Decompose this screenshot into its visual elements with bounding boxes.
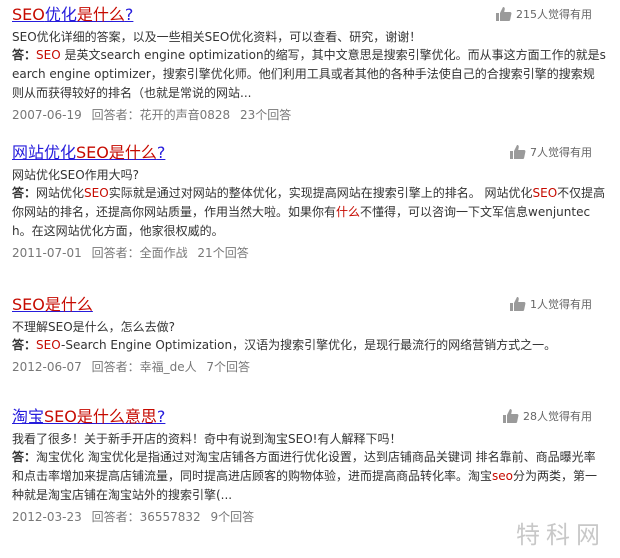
result-title-row: 网站优化SEO是什么? 7人觉得有用	[12, 138, 606, 164]
result-title-row: SEO是什么 1人觉得有用	[12, 290, 606, 316]
thumbs-up-icon	[510, 145, 526, 159]
answer-count[interactable]: 23个回答	[240, 108, 291, 122]
thumbs-up-icon	[503, 409, 519, 423]
result-item: SEO优化是什么? 215人觉得有用 SEO优化详细的答案，以及一些相关SEO优…	[0, 0, 620, 138]
helpful-votes[interactable]: 215人觉得有用	[495, 6, 592, 22]
result-title-link[interactable]: 网站优化SEO是什么?	[12, 138, 165, 164]
question-text: 网站优化SEO作用大吗?	[12, 168, 140, 182]
result-item: SEO是什么 1人觉得有用 不理解SEO是什么，怎么去做? 答：SEO-Sear…	[0, 290, 620, 402]
answer-label: 答：	[12, 186, 37, 200]
answer-text: -Search Engine Optimization，汉语为搜索引擎优化，是现…	[61, 338, 557, 352]
answer-highlight: seo	[492, 469, 513, 483]
site-watermark: 特科网	[516, 521, 606, 549]
result-title-link[interactable]: 淘宝SEO是什么意思?	[12, 402, 165, 428]
answer-highlight: SEO	[36, 338, 61, 352]
thumbs-up-icon	[510, 297, 526, 311]
answer-count[interactable]: 21个回答	[197, 246, 248, 260]
answer-count[interactable]: 7个回答	[206, 360, 250, 374]
answer-date: 2012-06-07	[12, 360, 82, 374]
answer-snippet: 答：SEO-Search Engine Optimization，汉语为搜索引擎…	[12, 336, 606, 355]
result-title-link[interactable]: SEO优化是什么?	[12, 0, 133, 26]
answer-label: 答：	[12, 48, 37, 62]
question-text: 不理解SEO是什么，怎么去做?	[12, 320, 176, 334]
answer-highlight: SEO	[84, 186, 109, 200]
answer-label: 答：	[12, 338, 37, 352]
votes-label: 7人觉得有用	[530, 146, 592, 159]
helpful-votes[interactable]: 7人觉得有用	[509, 144, 592, 160]
answer-snippet: 答：淘宝优化 淘宝优化是指通过对淘宝店铺各方面进行优化设置，达到店铺商品关键词 …	[12, 448, 606, 505]
answer-text: 网站优化	[36, 186, 85, 200]
answerer[interactable]: 回答者：全面作战	[92, 246, 188, 260]
answer-highlight: SEO	[36, 48, 61, 62]
answer-text: 是英文search engine optimization的缩写，其中文意思是搜…	[12, 48, 606, 100]
answer-highlight: SEO	[532, 186, 558, 200]
helpful-votes[interactable]: 1人觉得有用	[509, 296, 592, 312]
results-list: SEO优化是什么? 215人觉得有用 SEO优化详细的答案，以及一些相关SEO优…	[0, 0, 620, 542]
votes-label: 1人觉得有用	[530, 298, 592, 311]
thumbs-up-icon	[496, 7, 512, 21]
answer-date: 2007-06-19	[12, 108, 82, 122]
result-title-row: 淘宝SEO是什么意思? 28人觉得有用	[12, 402, 606, 428]
answer-label: 答：	[12, 450, 37, 464]
result-meta: 2007-06-19 回答者：花开的声音0828 23个回答	[12, 106, 606, 124]
votes-label: 28人觉得有用	[523, 410, 592, 423]
votes-label: 215人觉得有用	[516, 8, 592, 21]
question-text: SEO优化详细的答案，以及一些相关SEO优化资料，可以查看、研究，谢谢！	[12, 30, 422, 44]
answerer[interactable]: 回答者：花开的声音0828	[92, 108, 231, 122]
question-text: 我看了很多！关于新手开店的资料！奇中有说到淘宝SEO!有人解释下吗！	[12, 432, 402, 446]
helpful-votes[interactable]: 28人觉得有用	[502, 408, 592, 424]
result-item: 网站优化SEO是什么? 7人觉得有用 网站优化SEO作用大吗? 答：网站优化SE…	[0, 138, 620, 290]
answerer[interactable]: 回答者：幸福_de人	[92, 360, 197, 374]
answer-text: 实际就是通过对网站的整体优化，实现提高网站在搜索引擎上的排名。 网站优化	[108, 186, 533, 200]
answer-date: 2011-07-01	[12, 246, 82, 260]
result-meta: 2012-06-07 回答者：幸福_de人 7个回答	[12, 358, 606, 376]
result-title-link[interactable]: SEO是什么	[12, 290, 93, 316]
answerer[interactable]: 回答者：36557832	[92, 510, 201, 524]
answer-snippet: 答：网站优化SEO实际就是通过对网站的整体优化，实现提高网站在搜索引擎上的排名。…	[12, 184, 606, 241]
answer-count[interactable]: 9个回答	[211, 510, 255, 524]
result-meta: 2011-07-01 回答者：全面作战 21个回答	[12, 244, 606, 262]
result-title-row: SEO优化是什么? 215人觉得有用	[12, 0, 606, 26]
answer-highlight: 什么	[336, 205, 361, 219]
answer-date: 2012-03-23	[12, 510, 82, 524]
answer-snippet: 答：SEO 是英文search engine optimization的缩写，其…	[12, 46, 606, 103]
